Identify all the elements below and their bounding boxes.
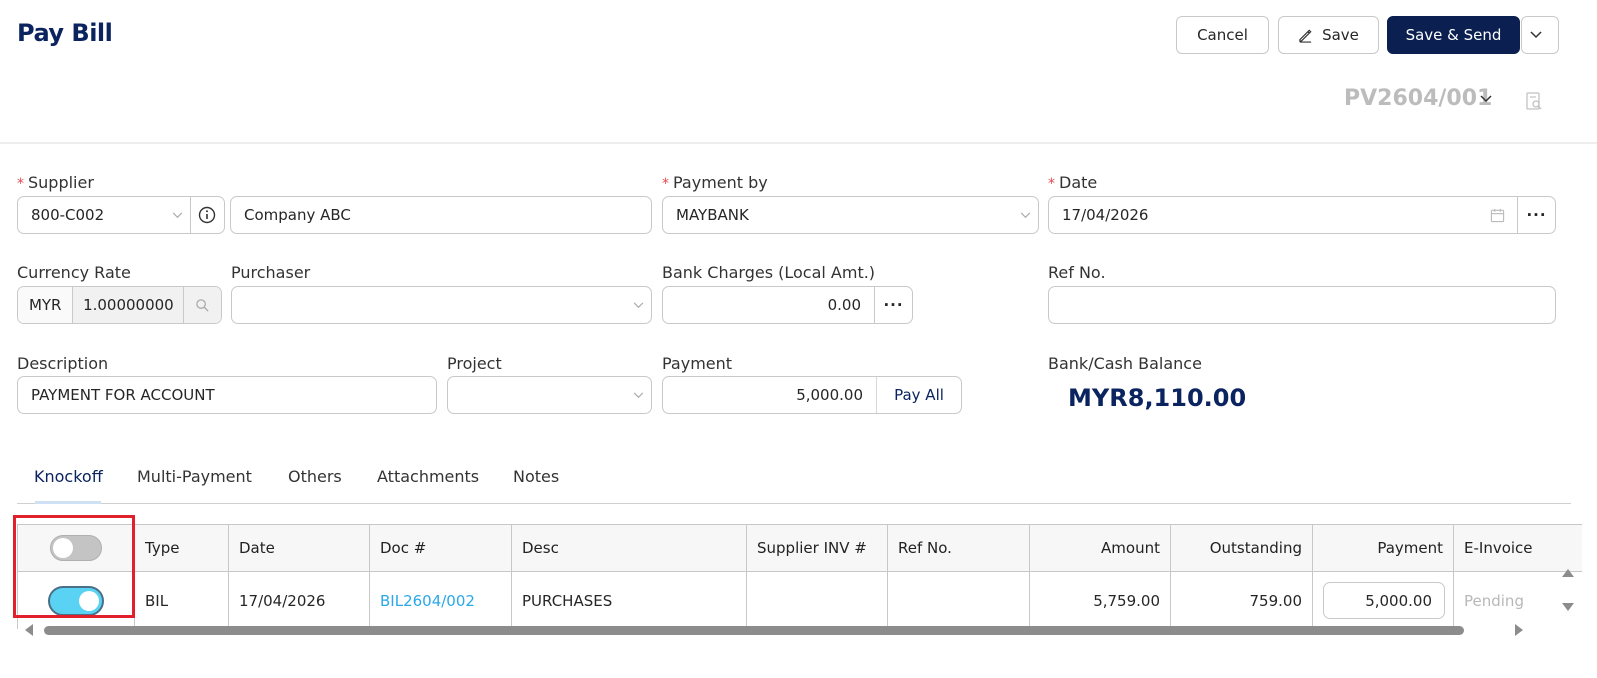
supplier-name-field[interactable]: Company ABC: [230, 196, 652, 234]
tab-attachments[interactable]: Attachments: [377, 467, 479, 486]
currency-rate-field[interactable]: MYR 1.00000000: [17, 286, 222, 324]
cell-payment: 5,000.00: [1312, 571, 1454, 629]
column-header[interactable]: Type: [134, 524, 229, 572]
cell-ref-no: [887, 571, 1030, 629]
supplier-name-value: Company ABC: [244, 206, 351, 224]
payment-by-value: MAYBANK: [676, 206, 749, 224]
search-icon[interactable]: [183, 287, 221, 323]
scroll-up-icon[interactable]: [1561, 567, 1575, 578]
table-header-row: Type Date Doc # Desc Supplier INV # Ref …: [17, 524, 1582, 572]
pay-all-button[interactable]: Pay All: [876, 377, 961, 413]
scroll-down-icon[interactable]: [1561, 602, 1575, 613]
tab-others[interactable]: Others: [288, 467, 342, 486]
cell-type: BIL: [134, 571, 229, 629]
purchaser-select[interactable]: [231, 286, 652, 324]
bank-charges-more-button[interactable]: ···: [874, 287, 912, 323]
payment-label: Payment: [662, 354, 733, 373]
document-number: PV2604/001: [1344, 86, 1493, 111]
header-divider: [0, 142, 1597, 144]
tab-bar: Knockoff Multi-Payment Others Attachment…: [17, 458, 1571, 504]
supplier-code: 800-C002: [31, 206, 105, 224]
scrollbar-thumb[interactable]: [44, 626, 1464, 635]
pencil-icon: [1299, 28, 1312, 43]
cell-desc: PURCHASES: [511, 571, 747, 629]
knockoff-table: Type Date Doc # Desc Supplier INV # Ref …: [17, 524, 1582, 629]
supplier-label: * Supplier: [17, 173, 94, 192]
payment-by-label: * Payment by: [662, 173, 768, 192]
description-label: Description: [17, 354, 109, 373]
cell-supplier-inv: [746, 571, 888, 629]
document-search-icon[interactable]: [1525, 92, 1543, 111]
chevron-down-icon: [1012, 211, 1038, 219]
ref-no-input[interactable]: [1048, 286, 1556, 324]
date-value: 17/04/2026: [1062, 206, 1149, 224]
info-icon: [199, 206, 216, 224]
cell-date: 17/04/2026: [228, 571, 370, 629]
tab-notes[interactable]: Notes: [513, 467, 559, 486]
cell-doc-link[interactable]: BIL2604/002: [369, 571, 512, 629]
column-header[interactable]: Amount: [1029, 524, 1171, 572]
active-tab-indicator: [35, 501, 101, 504]
currency-code: MYR: [18, 287, 73, 323]
description-value: PAYMENT FOR ACCOUNT: [31, 386, 215, 404]
project-select[interactable]: [447, 376, 652, 414]
project-label: Project: [447, 354, 502, 373]
bank-charges-value: 0.00: [827, 296, 861, 314]
payment-by-select[interactable]: MAYBANK: [662, 196, 1039, 234]
calendar-icon[interactable]: [1477, 208, 1517, 223]
chevron-down-icon: [168, 211, 188, 219]
payment-field[interactable]: 5,000.00 Pay All: [662, 376, 962, 414]
date-field[interactable]: 17/04/2026 ···: [1048, 196, 1556, 234]
selection-highlight-box: [13, 515, 135, 618]
cell-amount: 5,759.00: [1029, 571, 1171, 629]
supplier-info-button[interactable]: [189, 197, 224, 233]
cancel-button[interactable]: Cancel: [1176, 16, 1269, 54]
column-header[interactable]: Desc: [511, 524, 747, 572]
purchaser-label: Purchaser: [231, 263, 311, 282]
column-header[interactable]: E-Invoice: [1453, 524, 1582, 572]
balance-label: Bank/Cash Balance: [1048, 354, 1202, 373]
chevron-down-icon: [625, 301, 651, 309]
balance-value: MYR8,110.00: [1068, 384, 1247, 412]
save-button[interactable]: Save: [1278, 16, 1379, 54]
scroll-right-icon[interactable]: [1514, 623, 1525, 637]
save-button-label: Save: [1322, 26, 1359, 44]
date-more-button[interactable]: ···: [1517, 197, 1555, 233]
horizontal-scrollbar[interactable]: [17, 622, 1544, 638]
column-header[interactable]: Outstanding: [1170, 524, 1313, 572]
description-input[interactable]: PAYMENT FOR ACCOUNT: [17, 376, 437, 414]
date-label: * Date: [1048, 173, 1098, 192]
cell-outstanding: 759.00: [1170, 571, 1313, 629]
column-header[interactable]: Payment: [1312, 524, 1454, 572]
column-header[interactable]: Date: [228, 524, 370, 572]
bank-charges-label: Bank Charges (Local Amt.): [662, 263, 876, 282]
payment-value: 5,000.00: [796, 386, 863, 404]
save-send-button[interactable]: Save & Send: [1387, 16, 1520, 54]
tab-knockoff[interactable]: Knockoff: [34, 467, 103, 486]
currency-rate-label: Currency Rate: [17, 263, 131, 282]
chevron-down-icon: [625, 391, 651, 399]
currency-rate-value: 1.00000000: [72, 287, 184, 323]
scroll-left-icon[interactable]: [23, 623, 34, 637]
tab-multi-payment[interactable]: Multi-Payment: [137, 467, 252, 486]
page-title: Pay Bill: [17, 19, 113, 47]
bank-charges-field[interactable]: 0.00 ···: [662, 286, 913, 324]
save-options-dropdown[interactable]: [1521, 16, 1559, 54]
row-payment-input[interactable]: 5,000.00: [1323, 582, 1445, 619]
table-row: BIL 17/04/2026 BIL2604/002 PURCHASES 5,7…: [17, 571, 1582, 629]
ref-no-label: Ref No.: [1048, 263, 1106, 282]
column-header[interactable]: Supplier INV #: [746, 524, 888, 572]
cell-einvoice: Pending: [1453, 571, 1582, 629]
supplier-select[interactable]: 800-C002: [17, 196, 225, 234]
column-header[interactable]: Ref No.: [887, 524, 1030, 572]
column-header[interactable]: Doc #: [369, 524, 512, 572]
doc-number-chevron-icon[interactable]: [1480, 95, 1492, 103]
chevron-down-icon: [1529, 31, 1542, 39]
